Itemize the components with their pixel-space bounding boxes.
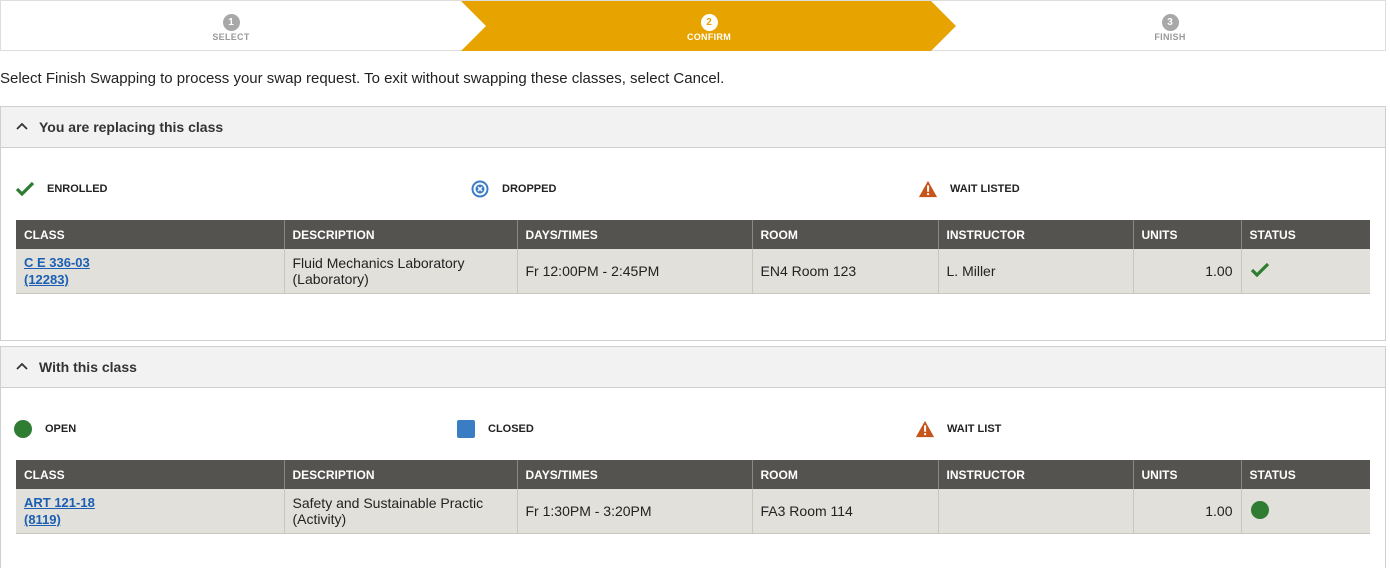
units-cell: 1.00 (1133, 249, 1242, 294)
legend-label: WAIT LISTED (950, 183, 1020, 195)
status-cell (1241, 249, 1370, 294)
step-number: 1 (222, 14, 240, 31)
step-label: SELECT (212, 32, 250, 42)
status-cell (1241, 489, 1370, 534)
legend-dropped: DROPPED (470, 177, 556, 201)
step-number: 2 (700, 14, 718, 31)
instructor-cell (938, 489, 1134, 534)
replacing-class-header[interactable]: You are replacing this class (1, 107, 1385, 148)
table-header-row: CLASS DESCRIPTION DAYS/TIMES ROOM INSTRU… (16, 460, 1370, 489)
legend-wait-list: WAIT LIST (915, 417, 1001, 441)
legend-label: DROPPED (502, 183, 557, 195)
table-row: C E 336-03 (12283) Fluid Mechanics Labora… (16, 249, 1370, 294)
legend-label: OPEN (45, 423, 77, 435)
progress-stepper: 1 SELECT 2 CONFIRM 3 FINISH (0, 0, 1386, 51)
column-header: DESCRIPTION (284, 460, 518, 489)
table-row: ART 121-18 (8119) Safety and Sustainable … (16, 489, 1370, 534)
chevron-up-icon (16, 362, 28, 370)
step-select: 1 SELECT (171, 12, 291, 42)
legend-open: OPEN (13, 417, 76, 441)
dropped-circle-x-icon (470, 179, 490, 199)
step-finish: 3 FINISH (1110, 12, 1230, 42)
panel-title: With this class (39, 359, 137, 375)
class-cell: C E 336-03 (12283) (16, 249, 285, 294)
column-header: CLASS (16, 460, 285, 489)
legend-label: CLOSED (488, 423, 534, 435)
column-header: ROOM (752, 220, 939, 249)
room-cell: EN4 Room 123 (752, 249, 939, 294)
column-header: DAYS/TIMES (517, 460, 753, 489)
step-confirm: 2 CONFIRM (649, 12, 769, 42)
step-label: CONFIRM (686, 32, 732, 42)
replacing-class-panel: You are replacing this class ENROLLED DR… (0, 106, 1386, 341)
table-header-row: CLASS DESCRIPTION DAYS/TIMES ROOM INSTRU… (16, 220, 1370, 249)
instructions-text: Select Finish Swapping to process your s… (0, 70, 725, 87)
legend-label: ENROLLED (47, 183, 108, 195)
column-header: CLASS (16, 220, 285, 249)
panel-title: You are replacing this class (39, 119, 224, 135)
replacing-class-table: CLASS DESCRIPTION DAYS/TIMES ROOM INSTRU… (16, 220, 1370, 294)
instructor-cell: L. Miller (938, 249, 1134, 294)
column-header: UNITS (1133, 220, 1242, 249)
column-header: DAYS/TIMES (517, 220, 753, 249)
closed-square-icon (456, 419, 476, 439)
description-cell: Safety and Sustainable Practic (Activity) (284, 489, 518, 534)
checkmark-icon (15, 179, 35, 199)
days-times-cell: Fr 1:30PM - 3:20PM (517, 489, 753, 534)
legend-closed: CLOSED (456, 417, 534, 441)
legend-label: WAIT LIST (947, 423, 1002, 435)
days-times-cell: Fr 12:00PM - 2:45PM (517, 249, 753, 294)
step-number: 3 (1161, 14, 1179, 31)
warning-triangle-icon (915, 419, 935, 439)
column-header: STATUS (1241, 460, 1370, 489)
description-cell: Fluid Mechanics Laboratory (Laboratory) (284, 249, 518, 294)
legend-wait-listed: WAIT LISTED (918, 177, 1020, 201)
class-link[interactable]: ART 121-18 (8119) (24, 495, 95, 527)
chevron-up-icon (16, 122, 28, 130)
column-header: DESCRIPTION (284, 220, 518, 249)
column-header: INSTRUCTOR (938, 460, 1134, 489)
legend-enrolled: ENROLLED (15, 177, 108, 201)
column-header: ROOM (752, 460, 939, 489)
class-cell: ART 121-18 (8119) (16, 489, 285, 534)
class-link[interactable]: C E 336-03 (12283) (24, 255, 90, 287)
enrolled-check-icon (1250, 262, 1269, 277)
with-class-header[interactable]: With this class (1, 347, 1385, 388)
with-class-table: CLASS DESCRIPTION DAYS/TIMES ROOM INSTRU… (16, 460, 1370, 534)
units-cell: 1.00 (1133, 489, 1242, 534)
open-circle-icon (13, 419, 33, 439)
column-header: STATUS (1241, 220, 1370, 249)
step-label: FINISH (1154, 32, 1186, 42)
column-header: INSTRUCTOR (938, 220, 1134, 249)
warning-triangle-icon (918, 179, 938, 199)
room-cell: FA3 Room 114 (752, 489, 939, 534)
open-circle-icon (1250, 500, 1269, 519)
column-header: UNITS (1133, 460, 1242, 489)
with-class-panel: With this class OPEN CLOSED WAIT LIST CL… (0, 346, 1386, 568)
